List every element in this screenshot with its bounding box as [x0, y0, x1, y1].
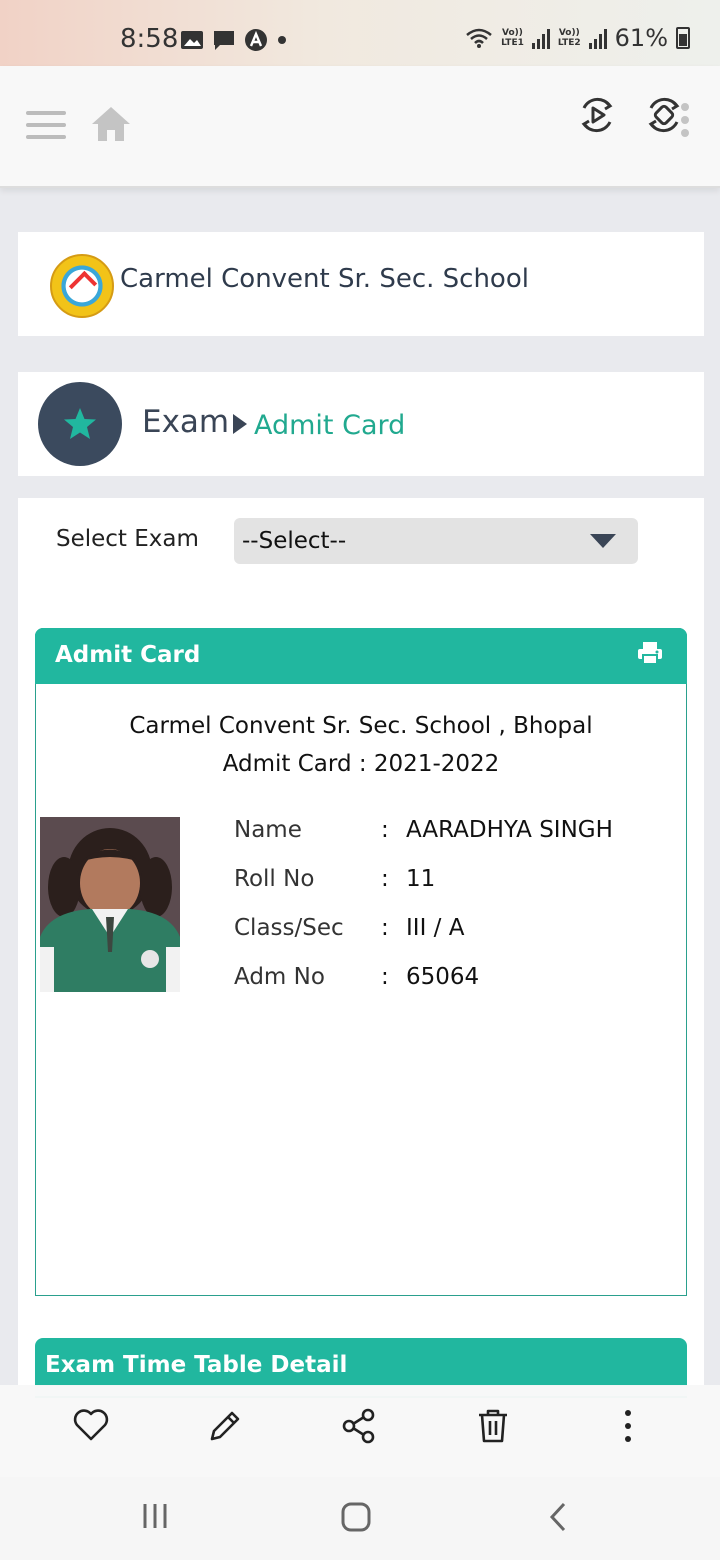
sim2-label: Vo)) LTE2 [557, 28, 581, 48]
notification-icons [180, 28, 288, 52]
back-icon[interactable] [546, 1501, 570, 1533]
main-content: Select Exam --Select-- Admit Card Carmel… [18, 498, 704, 1498]
admit-card-title: Admit Card [55, 642, 201, 668]
action-bar [0, 1385, 720, 1477]
heart-icon[interactable] [72, 1407, 110, 1443]
class-sec-colon: : [381, 915, 389, 941]
rotate-icon[interactable] [646, 96, 692, 144]
signal2-icon [588, 27, 607, 49]
menu-icon[interactable] [26, 111, 66, 139]
class-sec-label: Class/Sec [234, 915, 344, 941]
school-logo [50, 254, 114, 318]
adm-no-colon: : [381, 964, 389, 990]
adm-no-label: Adm No [234, 964, 325, 990]
admit-card-panel: Admit Card Carmel Convent Sr. Sec. Schoo… [35, 628, 687, 1296]
wifi-icon [466, 28, 492, 48]
app-a-icon [245, 29, 267, 51]
battery-icon [676, 27, 690, 49]
name-colon: : [381, 817, 389, 843]
breadcrumb-page: Admit Card [254, 410, 406, 441]
status-right: Vo)) LTE1 Vo)) LTE2 61% [465, 24, 690, 52]
timetable-title: Exam Time Table Detail [45, 1352, 348, 1378]
printer-icon[interactable] [637, 640, 663, 666]
gallery-icon [181, 31, 203, 49]
adm-no-value: 65064 [406, 964, 480, 990]
select-exam-value: --Select-- [242, 528, 347, 554]
name-value: AARADHYA SINGH [406, 817, 613, 843]
status-time: 8:58 [120, 24, 179, 54]
class-sec-value: III / A [406, 915, 465, 941]
system-navigation-bar [0, 1477, 720, 1560]
school-header-card: Carmel Convent Sr. Sec. School [18, 232, 704, 336]
dot-icon [278, 36, 286, 44]
roll-no-value: 11 [406, 866, 436, 892]
admit-card-school: Carmel Convent Sr. Sec. School , Bhopal [129, 713, 593, 739]
breadcrumb: Exam Admit Card [18, 372, 704, 476]
chevron-down-icon [590, 534, 616, 548]
sim1-label: Vo)) LTE1 [501, 28, 524, 48]
student-photo [40, 817, 180, 992]
admit-card-header: Admit Card [35, 628, 687, 684]
more-vertical-icon[interactable] [616, 1407, 640, 1445]
signal1-icon [531, 27, 550, 49]
home-icon[interactable] [90, 104, 132, 144]
name-label: Name [234, 817, 302, 843]
select-exam-dropdown[interactable]: --Select-- [234, 518, 638, 564]
status-bar: 8:58 Vo)) LTE1 Vo)) LTE2 61% [0, 0, 720, 66]
breadcrumb-section[interactable]: Exam [142, 404, 229, 440]
trash-icon[interactable] [475, 1407, 511, 1445]
share-icon[interactable] [340, 1407, 378, 1445]
app-toolbar [0, 66, 720, 188]
roll-no-label: Roll No [234, 866, 315, 892]
battery-percent: 61% [614, 24, 668, 52]
star-icon [38, 382, 122, 466]
message-icon [214, 31, 234, 50]
play-icon[interactable] [578, 96, 616, 134]
home-nav-icon[interactable] [340, 1501, 372, 1533]
select-exam-label: Select Exam [56, 526, 199, 552]
breadcrumb-arrow-icon [233, 414, 247, 434]
admit-card-year: Admit Card : 2021-2022 [222, 751, 500, 777]
pencil-icon[interactable] [206, 1407, 244, 1445]
school-name: Carmel Convent Sr. Sec. School [120, 264, 529, 294]
roll-no-colon: : [381, 866, 389, 892]
recent-apps-icon[interactable] [140, 1501, 170, 1531]
